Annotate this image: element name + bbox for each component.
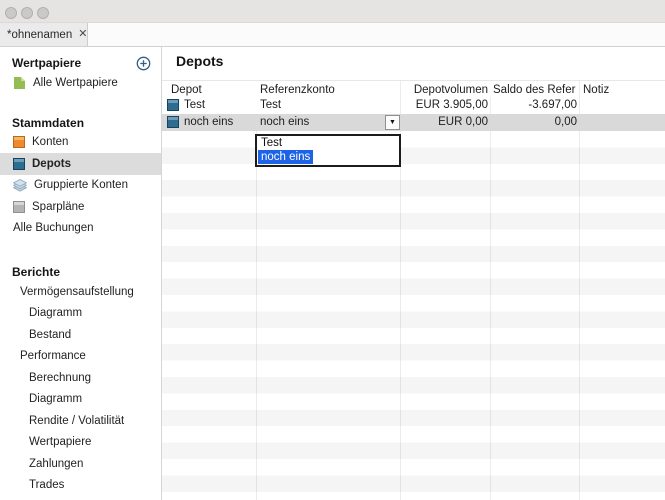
savings-square-icon	[13, 201, 25, 213]
column-header-depot[interactable]: Depot	[171, 84, 202, 97]
table-row-test[interactable]: Test Test EUR 3.905,00 -3.697,00	[162, 97, 665, 114]
column-header-depotvolumen[interactable]: Depotvolumen	[400, 84, 488, 97]
sidebar-item-performance[interactable]: Performance	[0, 346, 161, 368]
sidebar-item-trades[interactable]: Trades	[0, 475, 161, 497]
minimize-window-button[interactable]	[21, 7, 33, 19]
cell-depot[interactable]: Test	[184, 99, 205, 112]
sidebar-item-wertpapiere[interactable]: Wertpapiere	[0, 432, 161, 454]
sidebar: Wertpapiere Alle Wertpapiere Stammdaten …	[0, 47, 162, 500]
dropdown-option-highlighted[interactable]: noch eins	[258, 150, 313, 164]
column-header-referenzkonto[interactable]: Referenzkonto	[260, 84, 335, 97]
column-header-notiz[interactable]: Notiz	[583, 84, 609, 97]
accounts-square-icon	[13, 136, 25, 148]
cell-depotvolumen: EUR 0,00	[400, 116, 488, 129]
sidebar-item-alle-wertpapiere[interactable]: Alle Wertpapiere	[0, 72, 161, 94]
cell-depot[interactable]: noch eins	[184, 116, 233, 129]
cell-saldo: 0,00	[493, 116, 577, 129]
sidebar-item-rendite-volatilitaet[interactable]: Rendite / Volatilität	[0, 410, 161, 432]
securities-doc-icon	[13, 76, 26, 90]
sidebar-item-bestand[interactable]: Bestand	[0, 324, 161, 346]
sidebar-item-sparplaene[interactable]: Sparpläne	[0, 196, 161, 218]
add-security-button plus-circle-icon[interactable]	[136, 56, 151, 71]
portfolio-square-icon	[13, 158, 25, 170]
table-empty-area	[162, 131, 665, 500]
zoom-window-button[interactable]	[37, 7, 49, 19]
table-header-row: Depot Referenzkonto Depotvolumen Saldo d…	[162, 80, 665, 98]
cell-saldo: -3.697,00	[493, 99, 577, 112]
cell-referenzkonto[interactable]: Test	[260, 99, 281, 112]
tab-close-icon[interactable]: ✕	[78, 29, 87, 40]
dropdown-option-test[interactable]: Test	[257, 136, 399, 150]
combo-dropdown-button chevron-down-icon[interactable]: ▼	[385, 115, 400, 130]
tab-ohnenamen[interactable]: *ohnenamen ✕	[0, 23, 88, 46]
sidebar-item-diagramm-2[interactable]: Diagramm	[0, 389, 161, 411]
portfolio-square-icon	[167, 116, 179, 128]
sidebar-item-gruppierte-konten[interactable]: Gruppierte Konten	[0, 175, 161, 197]
grouped-layers-icon	[13, 179, 27, 192]
dropdown-option-noch-eins[interactable]: noch eins	[257, 150, 399, 164]
portfolio-square-icon	[167, 99, 179, 111]
close-window-button[interactable]	[5, 7, 17, 19]
sidebar-section-wertpapiere: Wertpapiere	[0, 55, 161, 72]
sidebar-section-stammdaten: Stammdaten	[0, 115, 161, 132]
app-window: *ohnenamen ✕ Wertpapiere Alle Wertpapier…	[0, 0, 665, 500]
sidebar-item-konten[interactable]: Konten	[0, 132, 161, 154]
referenzkonto-combo-value[interactable]: noch eins	[260, 116, 309, 129]
sidebar-item-diagramm-1[interactable]: Diagramm	[0, 303, 161, 325]
sidebar-section-berichte: Berichte	[0, 264, 161, 281]
sidebar-item-vermoegensaufstellung[interactable]: Vermögensaufstellung	[0, 281, 161, 303]
sidebar-item-alle-buchungen[interactable]: Alle Buchungen	[0, 218, 161, 240]
referenzkonto-dropdown-list: Test noch eins	[255, 134, 401, 167]
tab-title: *ohnenamen	[7, 29, 72, 41]
main-content: Depots Depot Referenzkonto Depotvolumen …	[162, 47, 665, 500]
cell-depotvolumen: EUR 3.905,00	[400, 99, 488, 112]
table-row-noch-eins[interactable]: noch eins noch eins ▼ EUR 0,00 0,00	[162, 114, 665, 131]
sidebar-item-berechnung[interactable]: Berechnung	[0, 367, 161, 389]
column-header-saldo[interactable]: Saldo des Refer	[493, 84, 575, 97]
page-title: Depots	[176, 53, 223, 69]
window-titlebar	[0, 0, 665, 23]
sidebar-item-depots[interactable]: Depots	[0, 153, 161, 175]
sidebar-item-zahlungen[interactable]: Zahlungen	[0, 453, 161, 475]
tab-bar: *ohnenamen ✕	[0, 23, 665, 47]
